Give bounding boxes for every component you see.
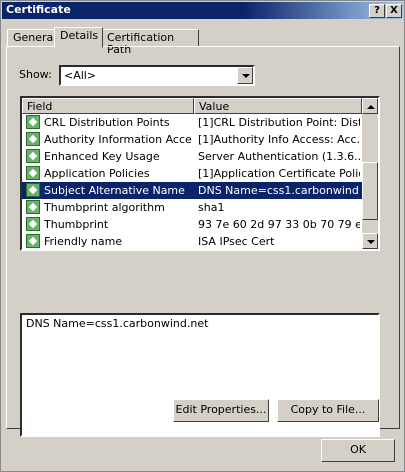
field-value: Server Authentication (1.3.6.... — [198, 150, 360, 163]
window-title: Certificate — [6, 3, 71, 16]
chevron-down-icon — [242, 74, 250, 78]
list-row[interactable]: CRL Distribution Points [1]CRL Distributi… — [22, 114, 362, 131]
scroll-up-button[interactable] — [362, 98, 378, 114]
list-header: Field Value — [22, 98, 362, 114]
copy-to-file-button[interactable]: Copy to File... — [277, 399, 379, 422]
field-value: ISA IPsec Cert — [198, 235, 275, 248]
scroll-thumb[interactable] — [362, 162, 378, 220]
field-value: [1]CRL Distribution Point: Distr... — [198, 116, 360, 129]
field-name: Thumbprint — [44, 218, 109, 231]
certificate-field-icon — [26, 200, 40, 214]
field-value: [1]Authority Info Access: Acc... — [198, 133, 360, 146]
title-bar: Certificate ? X — [2, 2, 404, 19]
field-name: Authority Information Access — [44, 133, 192, 146]
certificate-field-icon — [26, 149, 40, 163]
field-value: 93 7e 60 2d 97 33 0b 70 79 e5... — [198, 218, 360, 231]
certificate-dialog: Certificate ? X General Details Certific… — [0, 0, 405, 472]
list-row[interactable]: Thumbprint algorithm sha1 — [22, 199, 362, 216]
certificate-field-icon — [26, 183, 40, 197]
field-name: Friendly name — [44, 235, 123, 248]
certificate-field-icon — [26, 132, 40, 146]
show-dropdown[interactable]: <All> — [59, 65, 255, 86]
list-row[interactable]: Friendly name ISA IPsec Cert — [22, 233, 362, 249]
tab-details[interactable]: Details — [54, 27, 103, 48]
field-name: Enhanced Key Usage — [44, 150, 160, 163]
edit-properties-button[interactable]: Edit Properties... — [173, 399, 269, 422]
show-dropdown-value: <All> — [64, 69, 97, 82]
field-value: DNS Name=css1.carbonwind.net — [198, 184, 360, 197]
field-value: sha1 — [198, 201, 225, 214]
tab-general[interactable]: General — [7, 29, 56, 47]
ok-button[interactable]: OK — [321, 439, 395, 462]
help-button[interactable]: ? — [369, 4, 385, 18]
field-detail-text: DNS Name=css1.carbonwind.net — [26, 317, 209, 330]
field-name: Application Policies — [44, 167, 150, 180]
list-row-selected[interactable]: Subject Alternative Name DNS Name=css1.ca… — [22, 182, 362, 199]
dropdown-button[interactable] — [237, 67, 253, 84]
list-row[interactable]: Application Policies [1]Application Certi… — [22, 165, 362, 182]
fields-list[interactable]: Field Value CRL Distribution Points [1]CR… — [20, 96, 380, 251]
certificate-field-icon — [26, 217, 40, 231]
list-row[interactable]: Enhanced Key Usage Server Authentication … — [22, 148, 362, 165]
field-name: CRL Distribution Points — [44, 116, 170, 129]
field-name: Subject Alternative Name — [44, 184, 185, 197]
field-column-header[interactable]: Field — [22, 98, 194, 114]
field-name: Thumbprint algorithm — [44, 201, 165, 214]
list-row[interactable]: Authority Information Access [1]Authority… — [22, 131, 362, 148]
show-label: Show: — [19, 68, 52, 81]
details-panel: Show: <All> Field Value CRL Distribution… — [6, 46, 400, 437]
certificate-field-icon — [26, 166, 40, 180]
tab-certification-path[interactable]: Certification Path — [101, 29, 199, 56]
close-button[interactable]: X — [386, 4, 402, 18]
certificate-field-icon — [26, 115, 40, 129]
certificate-field-icon — [26, 234, 40, 248]
value-column-header[interactable]: Value — [194, 98, 362, 114]
field-value: [1]Application Certificate Polic... — [198, 167, 360, 180]
scroll-down-button[interactable] — [362, 233, 378, 249]
vertical-scrollbar[interactable] — [362, 98, 378, 249]
list-row[interactable]: Thumbprint 93 7e 60 2d 97 33 0b 70 79 e5.… — [22, 216, 362, 233]
